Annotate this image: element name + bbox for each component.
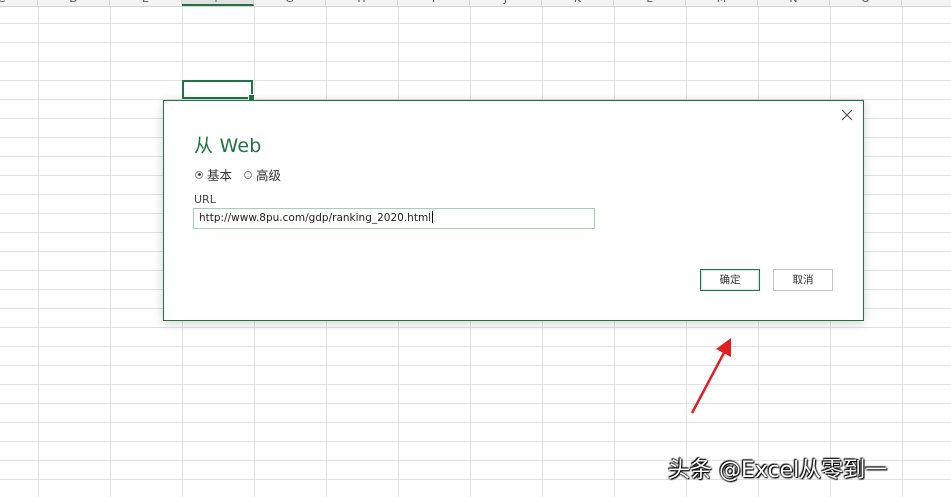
watermark-text: 头条 @Excel从零到一 — [668, 458, 888, 483]
column-header[interactable]: N — [758, 0, 830, 6]
column-header[interactable]: O — [830, 0, 902, 6]
column-header[interactable]: K — [542, 0, 614, 6]
column-header[interactable]: C — [0, 0, 38, 6]
radio-basic-label: 基本 — [207, 168, 233, 183]
column-header[interactable]: I — [398, 0, 470, 6]
grid-row-line — [0, 42, 951, 43]
from-web-dialog: 从 Web 基本 高级 URL http://www.8pu.com/gdp/r… — [163, 100, 864, 321]
radio-advanced-label: 高级 — [256, 168, 282, 183]
grid-row-line — [0, 346, 951, 347]
url-input[interactable]: http://www.8pu.com/gdp/ranking_2020.html — [193, 208, 595, 229]
mode-radio-group: 基本 高级 — [195, 165, 293, 184]
column-header[interactable]: L — [614, 0, 686, 6]
ok-button[interactable]: 确定 — [700, 269, 760, 291]
column-header[interactable]: H — [326, 0, 398, 6]
grid-row-line — [0, 23, 951, 24]
grid-row-line — [0, 384, 951, 385]
grid-row-line — [0, 422, 951, 423]
excel-window: C D E F G H I J K L M N O 从 Web 基本 — [0, 0, 951, 497]
url-input-value: http://www.8pu.com/gdp/ranking_2020.html — [199, 212, 432, 224]
grid-row-line — [0, 80, 951, 81]
close-icon[interactable] — [839, 107, 855, 123]
column-header[interactable]: J — [470, 0, 542, 6]
column-header[interactable]: D — [38, 0, 110, 6]
column-header-strip: C D E F G H I J K L M N O — [0, 0, 951, 7]
url-label: URL — [194, 193, 216, 206]
grid-row-line — [0, 441, 951, 442]
grid-row-line — [0, 365, 951, 366]
grid-row-line — [0, 403, 951, 404]
grid-row-line — [0, 61, 951, 62]
radio-basic[interactable]: 基本 — [195, 165, 232, 184]
radio-advanced[interactable]: 高级 — [244, 165, 281, 184]
column-header[interactable]: M — [686, 0, 758, 6]
radio-unchecked-icon[interactable] — [244, 170, 253, 179]
dialog-title: 从 Web — [194, 135, 262, 157]
grid-row-line — [0, 327, 951, 328]
active-cell-selection[interactable] — [182, 80, 255, 101]
cancel-button[interactable]: 取消 — [773, 269, 833, 291]
text-caret — [432, 211, 434, 223]
column-header[interactable]: E — [110, 0, 182, 6]
column-header[interactable]: G — [254, 0, 326, 6]
column-header-active[interactable]: F — [182, 0, 254, 6]
radio-checked-icon[interactable] — [195, 170, 203, 179]
arrow-head-icon — [716, 338, 731, 357]
